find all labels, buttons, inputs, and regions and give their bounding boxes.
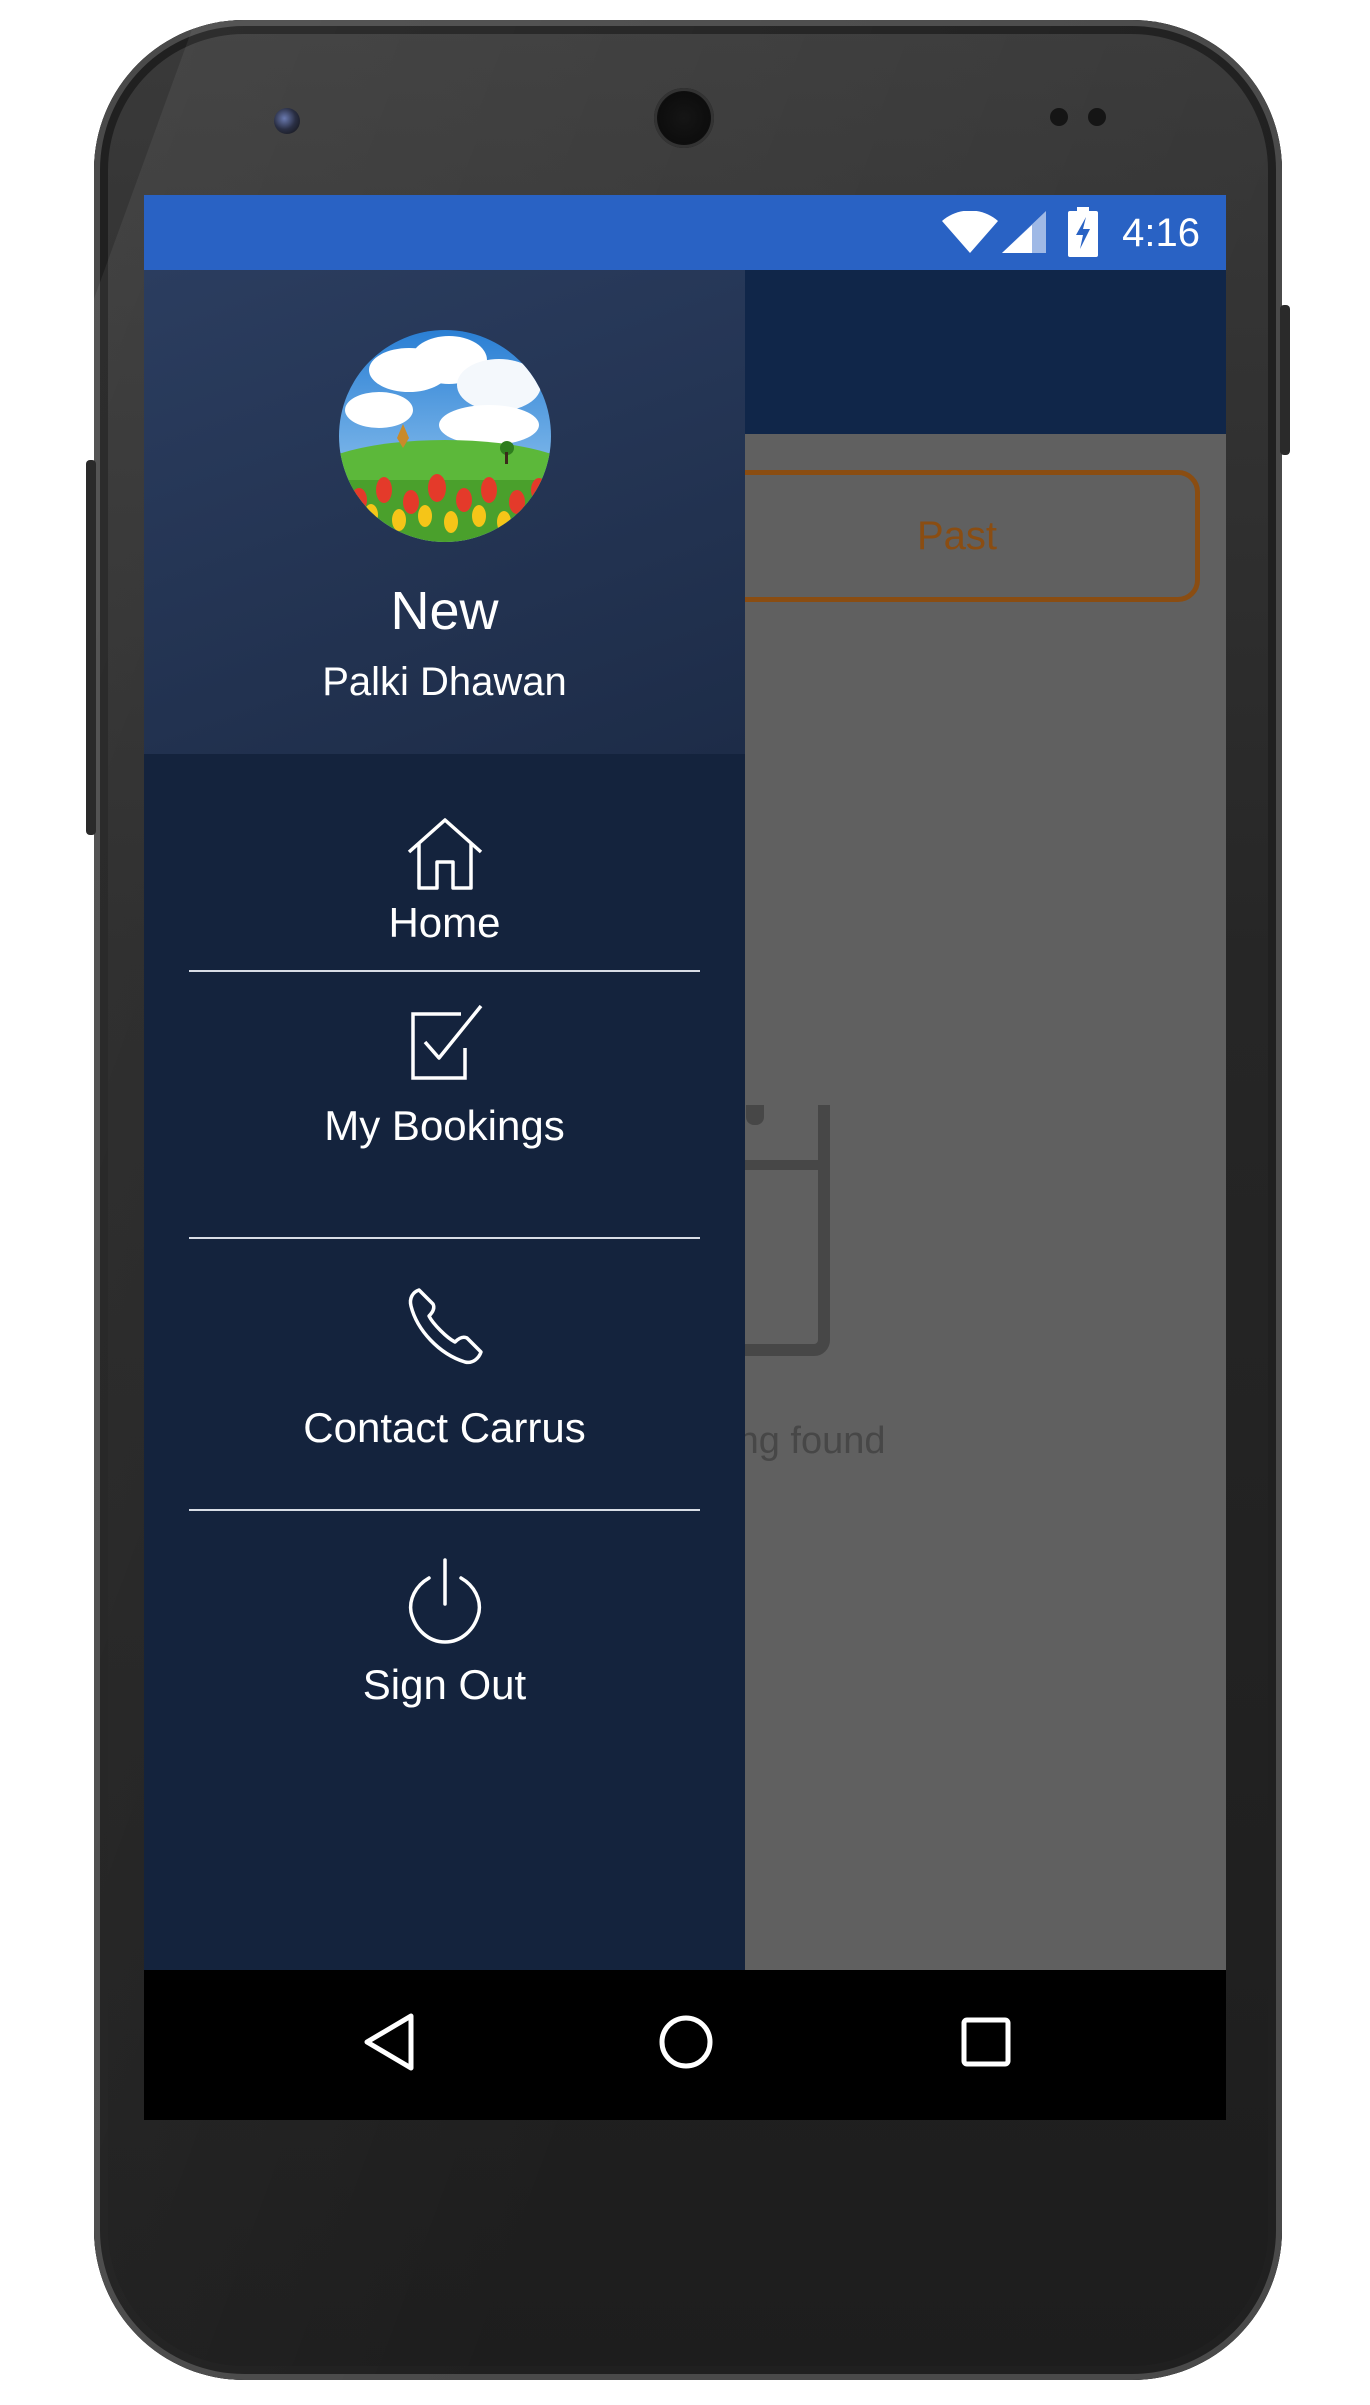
power-icon	[144, 1556, 745, 1646]
back-icon[interactable]	[359, 2010, 419, 2079]
cellular-signal-icon	[1002, 211, 1046, 258]
system-nav-bar	[144, 1970, 1226, 2120]
navigation-drawer: New Palki Dhawan Home My Bookings Contac…	[144, 270, 745, 1970]
screen: ngs Past oking found	[144, 195, 1226, 2120]
avatar[interactable]	[339, 330, 551, 542]
tab-past-label: Past	[916, 513, 998, 558]
battery-charging-icon	[1068, 207, 1098, 262]
menu-item-sign-out[interactable]: Sign Out	[144, 1511, 745, 1771]
recents-icon[interactable]	[956, 2010, 1016, 2079]
light-sensor	[1088, 108, 1106, 126]
menu-item-label: Contact Carrus	[303, 1404, 586, 1451]
proximity-sensor	[1050, 108, 1068, 126]
menu-item-contact-carrus[interactable]: Contact Carrus	[144, 1239, 745, 1509]
phone-icon	[144, 1284, 745, 1368]
menu-item-label: Home	[388, 899, 501, 946]
earpiece-speaker	[654, 88, 714, 148]
menu-item-my-bookings[interactable]: My Bookings	[144, 972, 745, 1237]
wifi-icon	[942, 210, 998, 258]
menu-item-label: Sign Out	[362, 1661, 527, 1708]
status-time: 4:16	[1122, 211, 1200, 255]
power-button	[1280, 305, 1290, 455]
drawer-header: New Palki Dhawan	[144, 270, 745, 754]
user-name: Palki Dhawan	[322, 660, 567, 704]
volume-button	[86, 460, 96, 835]
home-icon	[144, 814, 745, 894]
menu-item-label: My Bookings	[324, 1102, 565, 1149]
home-circle-icon[interactable]	[654, 2010, 718, 2079]
status-bar: 4:16	[144, 195, 1226, 270]
drawer-title: New	[390, 581, 499, 641]
menu-item-home[interactable]: Home	[144, 754, 745, 969]
front-camera	[274, 108, 300, 134]
checkbox-icon	[144, 1002, 745, 1082]
